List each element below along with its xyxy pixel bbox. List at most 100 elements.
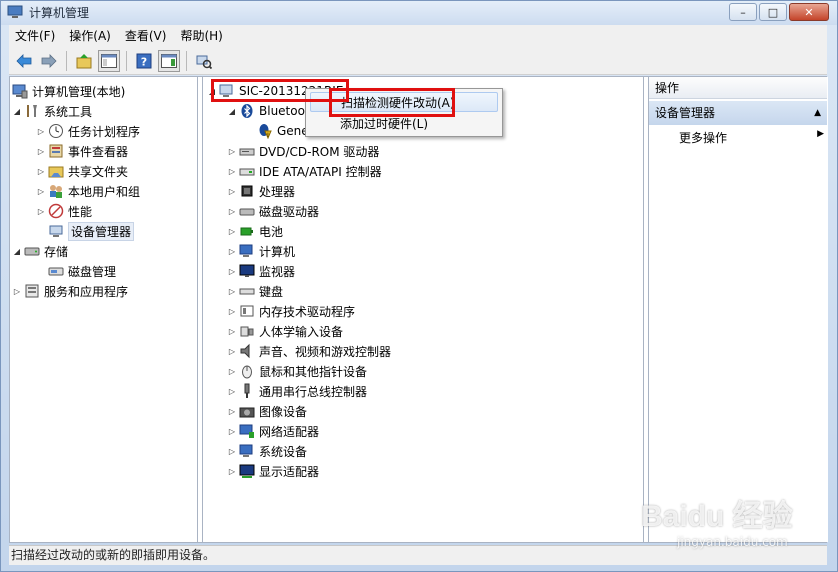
device-category-disk[interactable]: ▷ 磁盘驱动器 — [227, 201, 319, 221]
collapsed-arrow-icon[interactable]: ▷ — [36, 167, 46, 176]
show-hide-action-pane-button[interactable] — [158, 49, 180, 72]
window-title: 计算机管理 — [29, 6, 90, 20]
network-adapter-icon — [239, 423, 255, 439]
computer-management-icon — [7, 5, 23, 19]
more-actions-link[interactable]: 更多操作 — [679, 129, 727, 146]
collapsed-arrow-icon[interactable]: ▷ — [12, 287, 22, 296]
device-category-sound[interactable]: ▷ 声音、视频和游戏控制器 — [227, 341, 391, 361]
main-content: 计算机管理(本地) ◢ 系统工具 ▷ 任务计划程序 ▷ 事件查看器 ▷ 共享文件… — [9, 76, 828, 543]
device-category-imaging[interactable]: ▷ 图像设备 — [227, 401, 307, 421]
device-category-hid[interactable]: ▷ 人体学输入设备 — [227, 321, 343, 341]
expanded-arrow-icon[interactable]: ◢ — [12, 247, 22, 256]
help-icon: ? — [136, 53, 152, 68]
device-category-label: 内存技术驱动程序 — [259, 304, 356, 319]
collapsed-arrow-icon[interactable]: ▷ — [227, 347, 237, 356]
collapsed-arrow-icon[interactable]: ▷ — [227, 187, 237, 196]
tree-item-services-apps[interactable]: ▷ 服务和应用程序 — [12, 281, 128, 301]
tree-item-device-manager[interactable]: 设备管理器 — [48, 221, 135, 241]
menu-view[interactable]: 查看(V) — [118, 25, 174, 47]
clock-icon — [48, 123, 64, 139]
actions-section-device-manager[interactable]: 设备管理器 ▲ — [649, 101, 827, 125]
title-bar: 计算机管理 – □ ✕ — [1, 1, 837, 25]
collapsed-arrow-icon[interactable]: ▷ — [227, 387, 237, 396]
collapsed-arrow-icon[interactable]: ▷ — [227, 367, 237, 376]
tree-label-local-users: 本地用户和组 — [68, 184, 141, 199]
menu-file[interactable]: 文件(F) — [9, 25, 62, 47]
minimize-button[interactable]: – — [729, 3, 757, 21]
collapsed-arrow-icon[interactable]: ▷ — [36, 187, 46, 196]
device-category-ide[interactable]: ▷ IDE ATA/ATAPI 控制器 — [227, 161, 382, 181]
device-category-processor[interactable]: ▷ 处理器 — [227, 181, 295, 201]
users-icon — [48, 183, 64, 199]
collapsed-arrow-icon[interactable]: ▷ — [227, 267, 237, 276]
menu-action[interactable]: 操作(A) — [62, 25, 118, 47]
device-category-system[interactable]: ▷ 系统设备 — [227, 441, 307, 461]
device-category-label: IDE ATA/ATAPI 控制器 — [259, 164, 382, 179]
show-hide-tree-button[interactable] — [98, 49, 120, 72]
collapsed-arrow-icon[interactable]: ▷ — [36, 147, 46, 156]
tree-item-local-users[interactable]: ▷ 本地用户和组 — [36, 181, 140, 201]
back-button[interactable] — [13, 50, 35, 72]
system-device-icon — [239, 443, 255, 459]
collapsed-arrow-icon[interactable]: ▷ — [227, 287, 237, 296]
collapsed-arrow-icon[interactable]: ▷ — [227, 147, 237, 156]
device-category-dvd[interactable]: ▷ DVD/CD-ROM 驱动器 — [227, 141, 380, 161]
collapsed-arrow-icon[interactable]: ▷ — [227, 427, 237, 436]
collapsed-arrow-icon[interactable]: ▷ — [227, 227, 237, 236]
device-category-usb[interactable]: ▷ 通用串行总线控制器 — [227, 381, 367, 401]
maximize-button[interactable]: □ — [759, 3, 787, 21]
tree-item-shared-folders[interactable]: ▷ 共享文件夹 — [36, 161, 128, 181]
help-button[interactable]: ? — [133, 50, 155, 72]
device-category-label: 计算机 — [259, 244, 296, 259]
device-category-display[interactable]: ▷ 显示适配器 — [227, 461, 319, 481]
expanded-arrow-icon[interactable]: ◢ — [227, 107, 237, 116]
tree-item-performance[interactable]: ▷ 性能 — [36, 201, 92, 221]
collapsed-arrow-icon[interactable]: ▷ — [227, 327, 237, 336]
menu-help[interactable]: 帮助(H) — [173, 25, 229, 47]
collapsed-arrow-icon[interactable]: ▷ — [227, 447, 237, 456]
collapsed-arrow-icon[interactable]: ▷ — [227, 467, 237, 476]
ide-controller-icon — [239, 163, 255, 179]
expanded-arrow-icon[interactable]: ◢ — [12, 107, 22, 116]
device-category-keyboard[interactable]: ▷ 键盘 — [227, 281, 283, 301]
tree-label-performance: 性能 — [68, 204, 93, 219]
collapsed-arrow-icon[interactable]: ▷ — [36, 207, 46, 216]
menu-item-add-legacy-hardware[interactable]: 添加过时硬件(L) — [310, 114, 498, 134]
up-folder-button[interactable] — [73, 50, 95, 72]
tree-item-event-viewer[interactable]: ▷ 事件查看器 — [36, 141, 128, 161]
device-category-monitor[interactable]: ▷ 监视器 — [227, 261, 295, 281]
device-category-memory-tech[interactable]: ▷ 内存技术驱动程序 — [227, 301, 355, 321]
svg-text:!: ! — [267, 132, 269, 139]
tree-label-root: 计算机管理(本地) — [32, 84, 126, 99]
tree-item-storage[interactable]: ◢ 存储 — [12, 241, 68, 261]
collapsed-arrow-icon[interactable]: ▷ — [227, 307, 237, 316]
collapsed-arrow-icon[interactable]: ▷ — [227, 247, 237, 256]
device-category-label: 网络适配器 — [259, 424, 320, 439]
collapsed-arrow-icon[interactable]: ▷ — [227, 207, 237, 216]
collapsed-arrow-icon[interactable]: ▷ — [36, 127, 46, 136]
memory-icon — [239, 303, 255, 319]
forward-button[interactable] — [38, 50, 60, 72]
tree-item-root[interactable]: 计算机管理(本地) — [12, 81, 125, 101]
device-category-label: 系统设备 — [259, 444, 308, 459]
device-category-bluetooth[interactable]: ◢ Bluetooth — [227, 101, 317, 121]
tree-item-task-scheduler[interactable]: ▷ 任务计划程序 — [36, 121, 140, 141]
toolbar-separator — [186, 50, 187, 71]
device-category-network[interactable]: ▷ 网络适配器 — [227, 421, 319, 441]
toolbar: ? — [9, 47, 827, 75]
device-category-mouse[interactable]: ▷ 鼠标和其他指针设备 — [227, 361, 367, 381]
scan-hardware-button[interactable] — [193, 50, 215, 72]
svg-text:?: ? — [141, 55, 147, 68]
device-category-computer[interactable]: ▷ 计算机 — [227, 241, 295, 261]
close-button[interactable]: ✕ — [789, 3, 829, 21]
back-arrow-icon — [16, 53, 32, 68]
device-category-battery[interactable]: ▷ 电池 — [227, 221, 283, 241]
tree-item-system-tools[interactable]: ◢ 系统工具 — [12, 101, 92, 121]
tree-item-disk-management[interactable]: 磁盘管理 — [48, 261, 116, 281]
collapse-up-icon[interactable]: ▲ — [814, 101, 821, 125]
device-tree-pane: ◢ SIC-20131221RIE ◢ Bluetooth ! Generic … — [202, 77, 644, 542]
tree-label-device-manager: 设备管理器 — [68, 221, 135, 241]
collapsed-arrow-icon[interactable]: ▷ — [227, 167, 237, 176]
collapsed-arrow-icon[interactable]: ▷ — [227, 407, 237, 416]
event-viewer-icon — [48, 143, 64, 159]
